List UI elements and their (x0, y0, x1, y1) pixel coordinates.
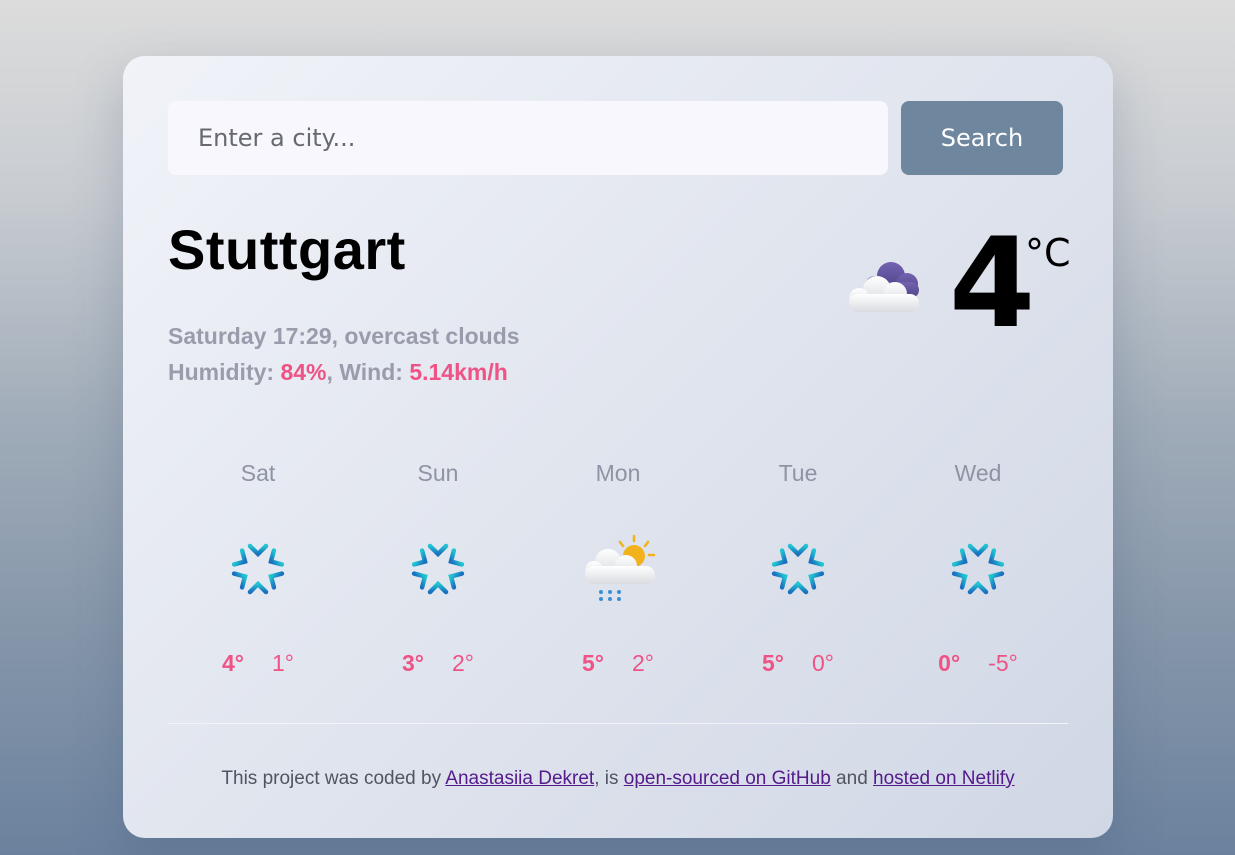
forecast-max-temp: 4° (222, 650, 244, 676)
footer-middle: , is (594, 768, 624, 789)
weather-card: Search Stuttgart Saturday 17:29, overcas… (123, 56, 1113, 838)
city-search-input[interactable] (168, 101, 888, 175)
temperature-unit: °C (1025, 231, 1071, 275)
forecast-min-temp: 2° (452, 650, 474, 676)
forecast-day: Tue 5° 0° (708, 454, 888, 694)
current-datetime: Saturday 17:29 (168, 323, 332, 349)
humidity-label: Humidity: (168, 359, 281, 385)
forecast-day-name: Sat (240, 460, 276, 486)
forecast-day-name: Tue (778, 460, 818, 486)
forecast-temps: 3° 2° (348, 650, 528, 677)
forecast-max-temp: 5° (582, 650, 604, 676)
snowflake-icon (938, 534, 1018, 604)
forecast-row: Sat 4° 1° Sun 3° 2° Mon 5° 2° Tue 5° 0° … (168, 454, 1068, 694)
snowflake-icon (218, 534, 298, 604)
author-link[interactable]: Anastasiia Dekret (445, 768, 594, 789)
forecast-day-name: Wed (954, 460, 1002, 486)
forecast-day-name: Mon (595, 460, 641, 486)
current-details: Saturday 17:29, overcast clouds Humidity… (168, 318, 520, 390)
forecast-day: Sat 4° 1° (168, 454, 348, 694)
forecast-temps: 5° 2° (528, 650, 708, 677)
datetime-description-line: Saturday 17:29, overcast clouds (168, 323, 520, 349)
forecast-day: Mon 5° 2° (528, 454, 708, 694)
footer-divider (168, 723, 1068, 724)
forecast-day: Wed 0° -5° (888, 454, 1068, 694)
forecast-min-temp: 0° (812, 650, 834, 676)
weather-description: overcast clouds (344, 323, 520, 349)
current-temperature: 4 (949, 212, 1036, 356)
footer-credits: This project was coded by Anastasiia Dek… (123, 768, 1113, 790)
forecast-min-temp: -5° (988, 650, 1018, 676)
snowflake-icon (398, 534, 478, 604)
forecast-temps: 5° 0° (708, 650, 888, 677)
forecast-day: Sun 3° 2° (348, 454, 528, 694)
city-name: Stuttgart (168, 218, 406, 281)
search-button[interactable]: Search (901, 101, 1063, 175)
forecast-day-name: Sun (417, 460, 459, 486)
forecast-temps: 0° -5° (888, 650, 1068, 677)
footer-prefix: This project was coded by (221, 768, 446, 789)
netlify-link[interactable]: hosted on Netlify (873, 768, 1015, 789)
forecast-temps: 4° 1° (168, 650, 348, 677)
footer-and: and (830, 768, 874, 789)
wind-value: 5.14km/h (409, 359, 508, 385)
humidity-wind-line: Humidity: 84%, Wind: 5.14km/h (168, 359, 508, 385)
forecast-min-temp: 1° (272, 650, 294, 676)
sun-cloud-rain-icon (585, 534, 656, 601)
humidity-value: 84% (280, 359, 327, 385)
forecast-max-temp: 5° (762, 650, 784, 676)
forecast-max-temp: 3° (402, 650, 424, 676)
forecast-min-temp: 2° (632, 650, 654, 676)
overcast-clouds-icon (849, 262, 919, 312)
forecast-max-temp: 0° (938, 650, 961, 676)
snowflake-icon (758, 534, 838, 604)
github-link[interactable]: open-sourced on GitHub (624, 768, 831, 789)
search-form: Search (168, 101, 1063, 175)
wind-label: Wind: (339, 359, 410, 385)
